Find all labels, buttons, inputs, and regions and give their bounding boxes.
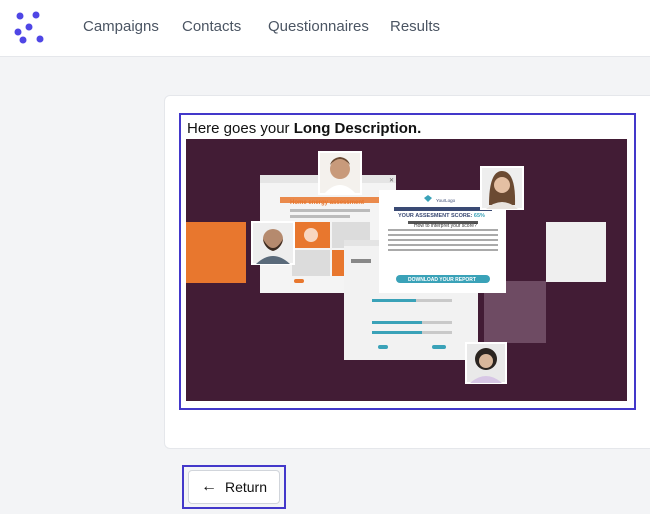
hero-score-title: YOUR ASSESMENT SCORE: 65%: [398, 213, 485, 219]
nav-campaigns[interactable]: Campaigns: [83, 18, 159, 35]
light-block: [546, 222, 606, 282]
portrait-woman-bottom: [465, 342, 507, 384]
hero-questionnaire-title: Home energy assessment: [290, 200, 364, 206]
return-button-label: Return: [224, 479, 268, 495]
orange-block: [186, 222, 246, 283]
return-button[interactable]: ← Return: [188, 470, 280, 504]
long-description-prefix: Here goes your: [187, 120, 294, 137]
dots-logo-icon[interactable]: [12, 10, 48, 44]
portrait-man-left: [251, 221, 295, 265]
portrait-woman-top: [480, 166, 524, 210]
svg-text:✕: ✕: [389, 178, 394, 184]
top-navbar: Campaigns Contacts Questionnaires Result…: [0, 0, 650, 57]
long-description: Here goes your Long Description.: [187, 120, 421, 137]
hero-image: ✕ Home energy assessment YourLogo YOUR A…: [186, 139, 627, 401]
nav-contacts[interactable]: Contacts: [182, 18, 241, 35]
nav-results[interactable]: Results: [390, 18, 440, 35]
arrow-left-icon: ←: [200, 478, 217, 495]
hero-logo-text: YourLogo: [436, 198, 456, 203]
long-description-bold: Long Description.: [293, 120, 422, 137]
hero-interpret-heading: How to interpret your score?: [414, 223, 477, 229]
hero-report-button: DOWNLOAD YOUR REPORT: [408, 277, 476, 283]
nav-questionnaires[interactable]: Questionnaires: [268, 18, 369, 35]
portrait-man-top: [318, 151, 362, 195]
